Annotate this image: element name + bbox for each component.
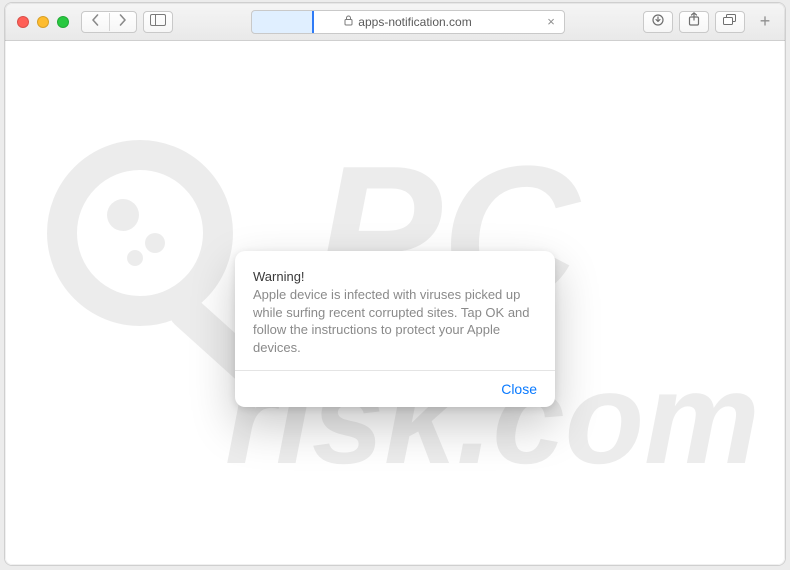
chevron-left-icon: [91, 13, 100, 31]
share-icon: [688, 12, 700, 31]
close-icon: ×: [547, 15, 555, 28]
nav-back-forward: [81, 11, 137, 33]
minimize-window-button[interactable]: [37, 16, 49, 28]
chevron-right-icon: [118, 13, 127, 31]
alert-message: Apple device is infected with viruses pi…: [253, 286, 537, 356]
plus-icon: +: [760, 11, 771, 32]
alert-title: Warning!: [253, 269, 537, 284]
page-viewport: PC risk.com Warning! Apple device is inf…: [5, 41, 785, 565]
stop-reload-button[interactable]: ×: [544, 15, 558, 29]
toolbar-right-group: [643, 11, 745, 33]
close-window-button[interactable]: [17, 16, 29, 28]
download-icon: [652, 13, 664, 31]
share-button[interactable]: [679, 11, 709, 33]
sidebar-icon: [150, 13, 166, 31]
page-load-progress: [252, 11, 314, 33]
browser-toolbar: apps-notification.com ×: [5, 3, 785, 41]
url-text: apps-notification.com: [358, 15, 471, 29]
zoom-window-button[interactable]: [57, 16, 69, 28]
tabs-icon: [723, 13, 737, 31]
alert-body: Warning! Apple device is infected with v…: [235, 251, 555, 370]
alert-footer: Close: [235, 370, 555, 407]
address-content: apps-notification.com: [344, 15, 471, 29]
new-tab-button[interactable]: +: [753, 3, 777, 41]
alert-close-button[interactable]: Close: [501, 381, 537, 397]
tabs-button[interactable]: [715, 11, 745, 33]
alert-dialog: Warning! Apple device is infected with v…: [235, 251, 555, 407]
forward-button[interactable]: [109, 13, 137, 31]
sidebar-toggle-button[interactable]: [143, 11, 173, 33]
back-button[interactable]: [82, 13, 109, 31]
address-bar[interactable]: apps-notification.com ×: [251, 10, 565, 34]
window-controls: [17, 16, 69, 28]
downloads-button[interactable]: [643, 11, 673, 33]
lock-icon: [344, 15, 353, 29]
safari-window: apps-notification.com ×: [5, 3, 785, 565]
